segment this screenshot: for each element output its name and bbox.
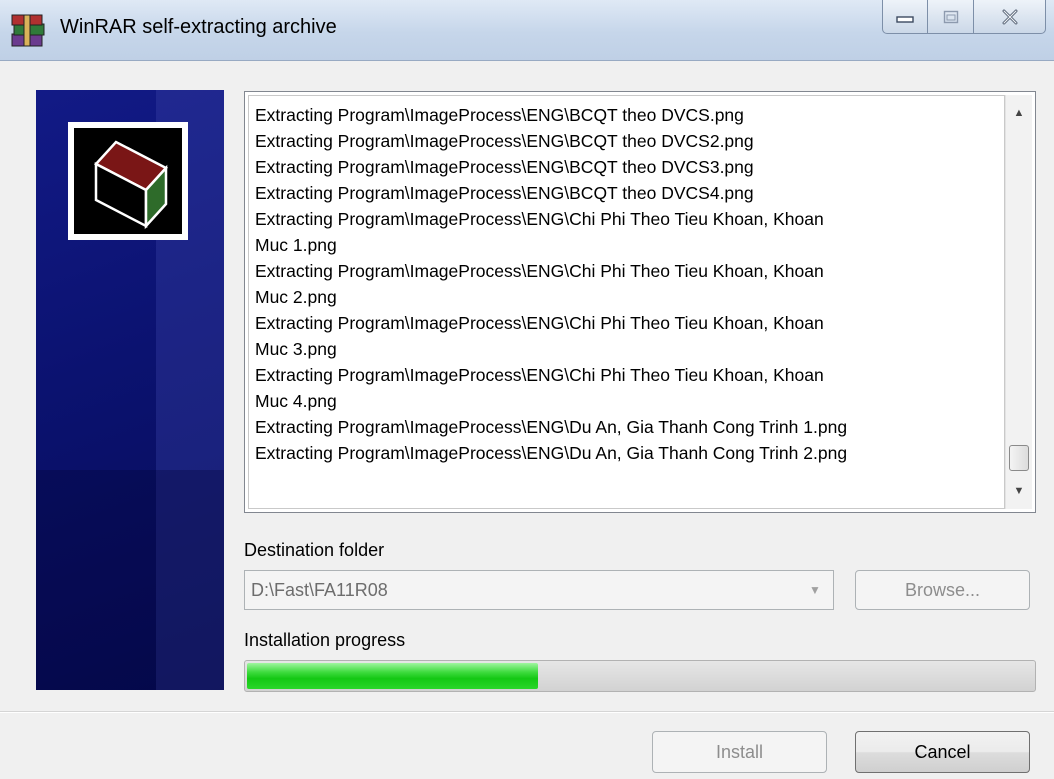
title-bar[interactable]: WinRAR self-extracting archive <box>0 0 1054 61</box>
winrar-books-icon <box>11 14 45 47</box>
archive-box-icon <box>93 140 169 230</box>
destination-folder-label: Destination folder <box>244 540 385 560</box>
side-banner <box>36 90 224 690</box>
log-line: Extracting Program\ImageProcess\ENG\Du A… <box>255 443 848 463</box>
progress-fill <box>247 663 538 689</box>
scroll-down-icon[interactable]: ▼ <box>1006 477 1032 505</box>
scroll-up-icon[interactable]: ▲ <box>1006 99 1032 127</box>
divider <box>0 711 1054 713</box>
minimize-button[interactable] <box>882 0 928 34</box>
log-line: Extracting Program\ImageProcess\ENG\Du A… <box>255 417 848 437</box>
destination-folder-combo[interactable]: D:\Fast\FA11R08 ▼ <box>244 570 834 610</box>
install-button[interactable]: Install <box>652 731 827 773</box>
log-line: Extracting Program\ImageProcess\ENG\BCQT… <box>255 131 754 151</box>
maximize-button[interactable] <box>928 0 974 34</box>
close-icon <box>1002 9 1017 24</box>
log-line: Extracting Program\ImageProcess\ENG\BCQT… <box>255 105 744 125</box>
destination-folder-value: D:\Fast\FA11R08 <box>251 580 388 600</box>
installation-progress-bar <box>244 660 1036 692</box>
archive-logo <box>68 122 188 240</box>
maximize-icon <box>943 10 958 23</box>
cancel-button[interactable]: Cancel <box>855 731 1030 773</box>
log-line: Extracting Program\ImageProcess\ENG\Chi … <box>255 365 824 411</box>
log-line: Extracting Program\ImageProcess\ENG\Chi … <box>255 313 824 359</box>
log-line: Extracting Program\ImageProcess\ENG\Chi … <box>255 209 824 255</box>
log-list: Extracting Program\ImageProcess\ENG\BCQT… <box>248 95 1005 509</box>
caption-buttons <box>882 0 1046 36</box>
chevron-down-icon[interactable]: ▼ <box>805 579 825 601</box>
browse-button[interactable]: Browse... <box>855 570 1030 610</box>
extraction-log[interactable]: Extracting Program\ImageProcess\ENG\BCQT… <box>244 91 1036 513</box>
window-title: WinRAR self-extracting archive <box>60 16 337 38</box>
log-line: Extracting Program\ImageProcess\ENG\BCQT… <box>255 183 754 203</box>
minimize-icon <box>896 15 914 23</box>
log-line: Extracting Program\ImageProcess\ENG\Chi … <box>255 261 824 307</box>
winrar-sfx-window: WinRAR self-extracting archive Extractin… <box>0 0 1054 779</box>
log-line: Extracting Program\ImageProcess\ENG\BCQT… <box>255 157 754 177</box>
close-button[interactable] <box>974 0 1046 34</box>
vertical-scrollbar[interactable]: ▲ ▼ <box>1005 95 1032 509</box>
scroll-thumb[interactable] <box>1009 445 1029 471</box>
banner-shade <box>36 470 224 690</box>
installation-progress-label: Installation progress <box>244 630 406 650</box>
